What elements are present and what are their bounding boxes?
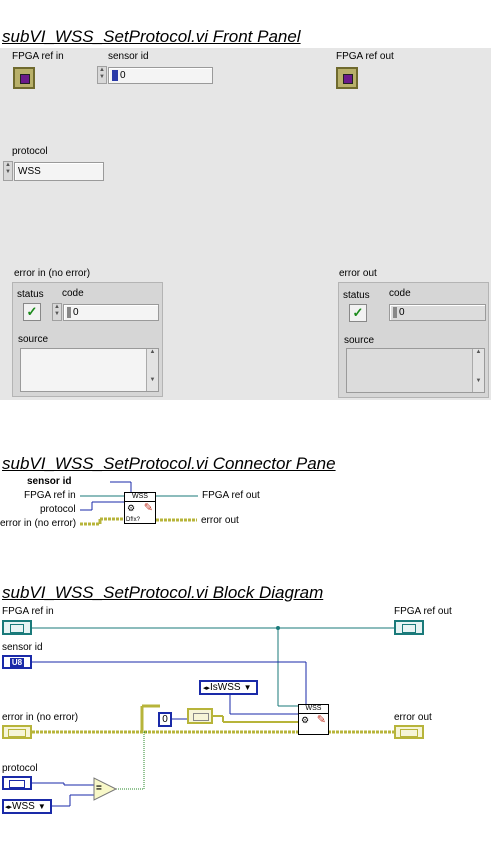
dropdown-arrow-icon: ▼ [243, 683, 252, 692]
wss-subvi-node[interactable]: WSS ⚙ ✎ [298, 704, 329, 735]
protocol-terminal[interactable] [2, 776, 32, 790]
zero-constant[interactable]: 0 [158, 712, 172, 727]
bd-protocol-label: protocol [2, 763, 38, 774]
u8-type-badge: U8 [9, 658, 25, 667]
bd-fpga-ref-in-label: FPGA ref in [2, 606, 54, 617]
sensor-id-terminal[interactable]: U8 [2, 655, 32, 669]
bundle-icon [193, 713, 209, 721]
dropdown-arrow-icon: ▼ [37, 802, 46, 811]
fpga-ref-out-terminal[interactable] [394, 620, 424, 635]
enum-spin-icon: ◂▸ [203, 685, 211, 692]
error-cluster-bundle-node[interactable] [187, 708, 213, 724]
bd-fpga-ref-out-label: FPGA ref out [394, 606, 452, 617]
equals-symbol[interactable]: = [96, 783, 102, 794]
gear-icon: ⚙ [301, 715, 310, 725]
cluster-icon [8, 729, 26, 737]
enum-spin-icon: ◂▸ [5, 804, 13, 811]
refnum-icon [402, 624, 416, 633]
error-out-terminal[interactable] [394, 725, 424, 739]
bd-sensor-id-label: sensor id [2, 642, 43, 653]
fpga-ref-in-terminal[interactable] [2, 620, 32, 635]
enum-icon [9, 780, 25, 788]
iswss-enum-constant[interactable]: ◂▸IsWSS ▼ [199, 680, 258, 695]
cluster-icon [400, 729, 418, 737]
error-in-terminal[interactable] [2, 725, 32, 739]
wss-enum-constant[interactable]: ◂▸WSS ▼ [2, 799, 52, 814]
pencil-icon: ✎ [316, 714, 326, 726]
bd-error-in-label: error in (no error) [2, 712, 79, 723]
refnum-icon [10, 624, 24, 633]
bd-error-out-label: error out [394, 712, 432, 723]
